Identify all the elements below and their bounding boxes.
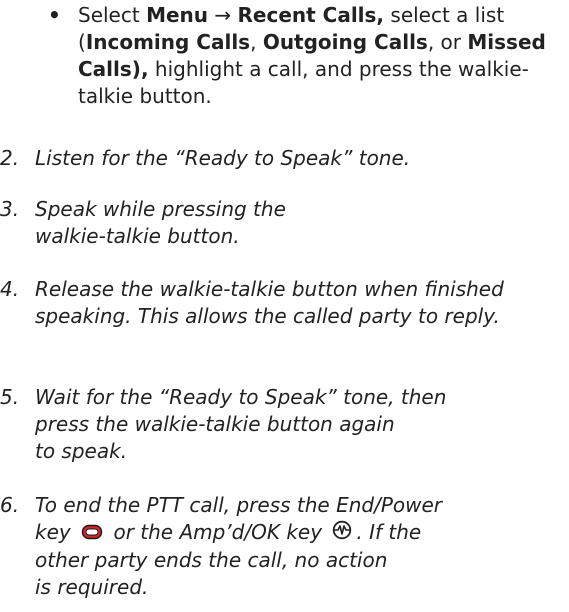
step-number: 6.: [0, 493, 20, 517]
recent-calls-label: Recent Calls,: [237, 3, 385, 27]
step-2: 2. Listen for the “Ready to Speak” tone.: [0, 145, 560, 172]
arrow-text: →: [208, 3, 238, 27]
close-paren-text: ),: [131, 57, 149, 81]
end-power-key-icon: [81, 520, 103, 547]
step-text: Speak while pressing the walkie-talkie bu…: [35, 197, 286, 248]
step-5: 5. Wait for the “Ready to Speak” tone, t…: [0, 384, 560, 465]
step-4: 4. Release the walkie-talkie button when…: [0, 276, 560, 330]
step-3: 3. Speak while pressing the walkie-talkie…: [0, 196, 560, 250]
menu-label: Menu: [146, 3, 209, 27]
step-text: Listen for the “Ready to Speak” tone.: [35, 146, 411, 170]
step-text: Wait for the “Ready to Speak” tone, then…: [35, 385, 447, 463]
step-number: 3.: [0, 197, 20, 221]
step-text: Release the walkie-talkie button when fi…: [35, 277, 504, 328]
outgoing-calls-label: Outgoing Calls: [262, 30, 428, 54]
step-number: 4.: [0, 277, 20, 301]
bullet-text: Select Menu → Recent Calls, select a lis…: [78, 2, 558, 110]
incoming-calls-label: Incoming Calls: [85, 30, 251, 54]
text-or: , or: [427, 30, 468, 54]
step-number: 5.: [0, 385, 20, 409]
step-text: To end the PTT call, press the End/Power…: [35, 493, 443, 599]
bullet-item-recent-calls: • Select Menu → Recent Calls, select a l…: [48, 2, 558, 110]
step-number: 2.: [0, 146, 20, 170]
step-6: 6. To end the PTT call, press the End/Po…: [0, 492, 560, 601]
ampd-ok-key-icon: [332, 520, 352, 547]
separator-text: ,: [250, 30, 263, 54]
text-select: Select: [78, 3, 147, 27]
bullet-dot: •: [48, 3, 61, 27]
